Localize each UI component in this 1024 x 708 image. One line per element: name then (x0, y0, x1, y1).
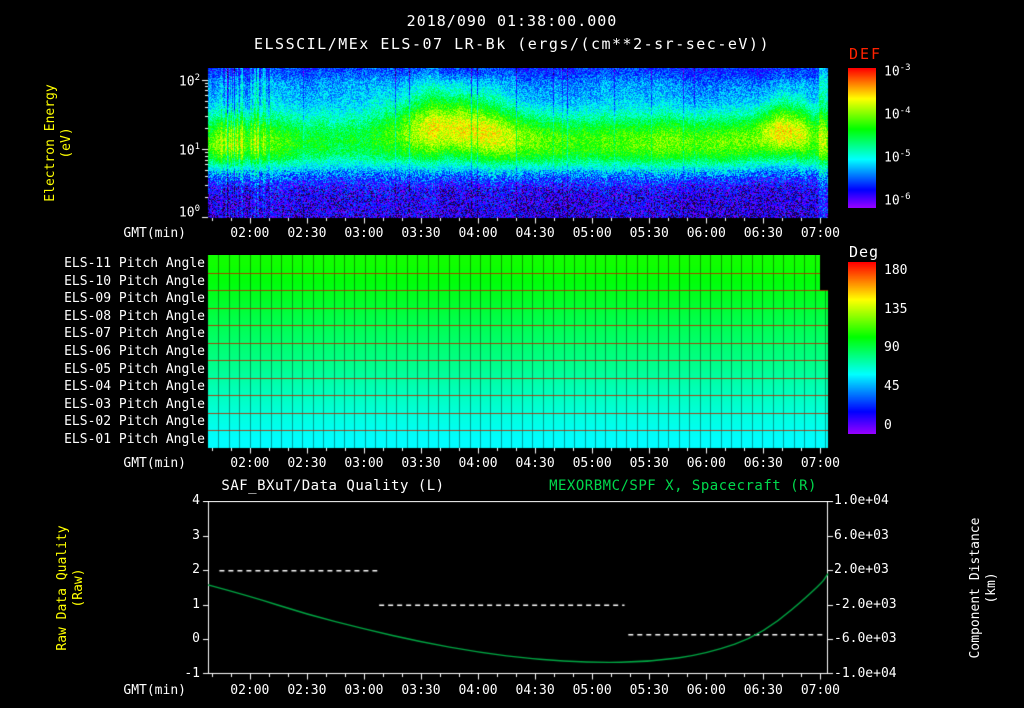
time-tick-label: 02:00 (230, 683, 270, 698)
deg-colorbar-title: Deg (849, 243, 880, 261)
def-colorbar (848, 68, 876, 208)
distance-tick-label: 6.0e+03 (834, 527, 889, 543)
deg-colorbar-tick-label: 180 (884, 263, 908, 278)
timestamp-title: 2018/090 01:38:00.000 (406, 12, 618, 30)
time-tick-label: 05:30 (629, 683, 669, 698)
energy-tick-label: 100 (178, 204, 200, 221)
time-tick-label: 05:00 (572, 456, 612, 471)
time-tick-label: 04:30 (515, 456, 555, 471)
time-tick-label: 07:00 (800, 456, 840, 471)
time-tick-label: 03:00 (344, 226, 384, 241)
quality-tick-label: 4 (192, 493, 200, 508)
quality-tick-label: 1 (192, 596, 200, 612)
electron-spectrogram-canvas (200, 68, 836, 226)
pitch-row-label: ELS-04 Pitch Angle (64, 379, 205, 395)
pitch-row-label: ELS-05 Pitch Angle (64, 361, 205, 377)
time-tick-label: 04:30 (515, 226, 555, 241)
deg-colorbar-tick-label: 90 (884, 340, 900, 356)
time-tick-label: 05:00 (572, 226, 612, 241)
pitch-row-label: ELS-10 Pitch Angle (64, 273, 205, 289)
time-tick-label: 06:30 (743, 683, 783, 698)
energy-tick-label: 102 (178, 72, 200, 90)
time-tick-label: 03:30 (401, 456, 441, 471)
time-tick-label: 05:30 (629, 456, 669, 471)
pitch-row-label: ELS-01 Pitch Angle (64, 431, 205, 447)
quality-tick-label: 2 (192, 562, 200, 578)
time-tick-label: 03:00 (344, 456, 384, 471)
distance-tick-label: 2.0e+03 (834, 562, 889, 578)
time-tick-label: 02:30 (287, 683, 327, 698)
pitch-row-label: ELS-02 Pitch Angle (64, 414, 205, 430)
time-tick-label: 06:00 (686, 683, 726, 698)
distance-tick-label: -2.0e+03 (834, 596, 897, 612)
time-tick-label: 04:00 (458, 456, 498, 471)
time-tick-label: 06:30 (743, 456, 783, 471)
pitch-row-label: ELS-03 Pitch Angle (64, 396, 205, 412)
def-colorbar-title: DEF (849, 45, 883, 63)
deg-colorbar (848, 262, 876, 434)
pitch-angle-canvas (200, 255, 836, 456)
plot-screen: 2018/090 01:38:00.000 ELSSCIL/MEx ELS-07… (0, 0, 1024, 708)
energy-tick-label: 101 (178, 141, 200, 159)
time-tick-label: 06:30 (743, 226, 783, 241)
time-tick-label: 06:00 (686, 226, 726, 241)
def-colorbar-tick-label: 10-6 (884, 192, 911, 209)
pitch-row-label: ELS-09 Pitch Angle (64, 291, 205, 307)
quality-tick-label: 3 (192, 527, 200, 543)
time-tick-label: 03:30 (401, 226, 441, 241)
def-colorbar-tick-label: 10-5 (884, 149, 911, 166)
deg-colorbar-tick-label: 135 (884, 301, 908, 317)
def-colorbar-tick-label: 10-4 (884, 106, 911, 123)
left-series-title: SAF_BXuT/Data Quality (L) (221, 478, 445, 494)
time-tick-label: 04:00 (458, 683, 498, 698)
distance-tick-label: -6.0e+03 (834, 631, 897, 647)
time-axis-caption: GMT(min) (123, 226, 186, 241)
time-tick-label: 02:30 (287, 226, 327, 241)
pitch-row-label: ELS-07 Pitch Angle (64, 326, 205, 342)
time-tick-label: 02:00 (230, 456, 270, 471)
time-tick-label: 05:00 (572, 683, 612, 698)
distance-tick-label: 1.0e+04 (834, 493, 889, 508)
time-tick-label: 03:00 (344, 683, 384, 698)
def-colorbar-tick-label: 10-3 (884, 63, 911, 80)
pitch-row-label: ELS-08 Pitch Angle (64, 308, 205, 324)
time-tick-label: 07:00 (800, 226, 840, 241)
pitch-row-label: ELS-06 Pitch Angle (64, 344, 205, 359)
time-tick-label: 03:30 (401, 683, 441, 698)
time-tick-label: 02:00 (230, 226, 270, 241)
raw-data-quality-axis-label: Raw Data Quality (Raw) (55, 525, 86, 651)
electron-energy-axis-label: Electron Energy (eV) (43, 84, 74, 202)
time-axis-caption: GMT(min) (123, 683, 186, 698)
component-distance-axis-label: Component Distance (km) (968, 517, 999, 659)
quality-distance-plot-canvas (200, 501, 836, 682)
time-axis-caption: GMT(min) (123, 456, 186, 471)
time-tick-label: 04:30 (515, 683, 555, 698)
time-tick-label: 06:00 (686, 456, 726, 471)
deg-colorbar-tick-label: 45 (884, 379, 900, 395)
time-tick-label: 04:00 (458, 226, 498, 241)
time-tick-label: 05:30 (629, 226, 669, 241)
deg-colorbar-tick-label: 0 (884, 417, 892, 433)
quality-tick-label: -1 (184, 666, 200, 681)
pitch-row-label: ELS-11 Pitch Angle (64, 256, 205, 272)
time-tick-label: 07:00 (800, 683, 840, 698)
distance-tick-label: -1.0e+04 (834, 666, 897, 681)
quality-tick-label: 0 (192, 631, 200, 647)
right-series-title: MEXORBMC/SPF X, Spacecraft (R) (549, 478, 817, 494)
time-tick-label: 02:30 (287, 456, 327, 471)
